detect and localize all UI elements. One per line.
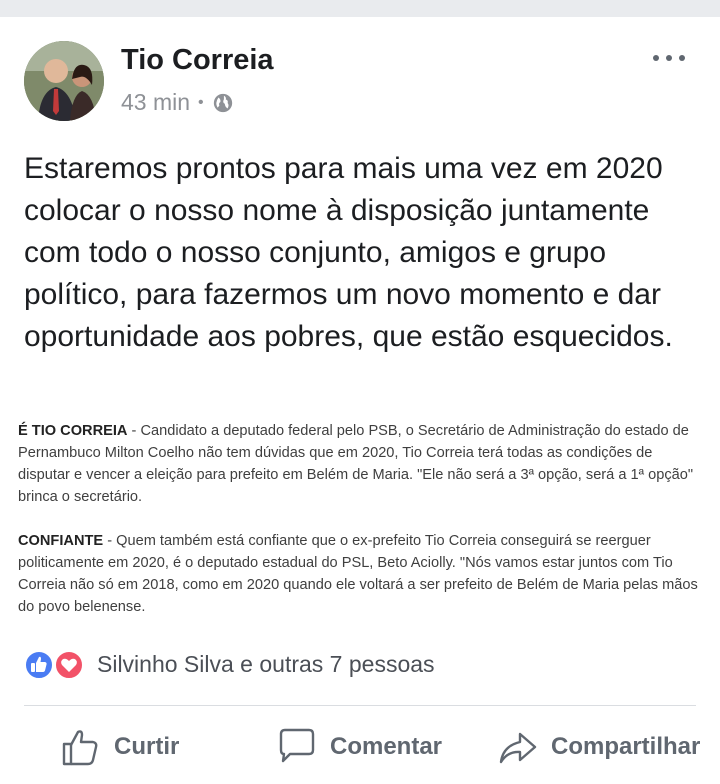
avatar[interactable] [24,41,104,121]
actions-divider [24,705,696,706]
comment-button[interactable]: Comentar [276,717,442,777]
clipping-paragraph-2: CONFIANTE - Quem também está confiante q… [18,530,702,618]
comment-bubble-icon [279,728,315,763]
share-label: Compartilhar [551,733,701,760]
post-actions-bar: Curtir Comentar Compartilhar [0,717,720,777]
author-name[interactable]: Tio Correia [121,44,274,77]
reactions-summary[interactable]: Silvinho Silva e outras 7 pessoas [24,647,435,681]
love-reaction-icon [54,650,84,680]
meta-separator: • [198,93,204,111]
news-clipping-image[interactable]: É TIO CORREIA - Candidato a deputado fed… [18,420,702,640]
comment-label: Comentar [330,733,443,760]
post-timestamp[interactable]: 43 min [121,89,190,116]
clipping-paragraph-1: É TIO CORREIA - Candidato a deputado fed… [18,420,702,508]
reaction-summary-text[interactable]: Silvinho Silva e outras 7 pessoas [97,651,435,678]
avatar-photo [24,41,104,121]
like-button[interactable]: Curtir [60,717,179,777]
like-reaction-icon [24,650,54,680]
share-button[interactable]: Compartilhar [497,717,700,777]
post-card: Tio Correia 43 min • Estaremos prontos p… [0,17,720,784]
clipping-heading-1: É TIO CORREIA [18,423,128,439]
post-meta: 43 min • [121,89,234,116]
post-text: Estaremos prontos para mais uma vez em 2… [24,152,673,353]
clipping-body-2: - Quem também está confiante que o ex-pr… [18,533,698,615]
share-arrow-icon [499,732,537,764]
top-background-strip [0,0,720,17]
post-header: Tio Correia 43 min • [24,41,696,121]
thumbs-up-icon [62,730,98,766]
clipping-heading-2: CONFIANTE [18,533,104,549]
reaction-icons [24,647,90,681]
like-label: Curtir [114,733,180,760]
more-options-icon[interactable] [652,51,686,65]
globe-icon [213,93,232,112]
